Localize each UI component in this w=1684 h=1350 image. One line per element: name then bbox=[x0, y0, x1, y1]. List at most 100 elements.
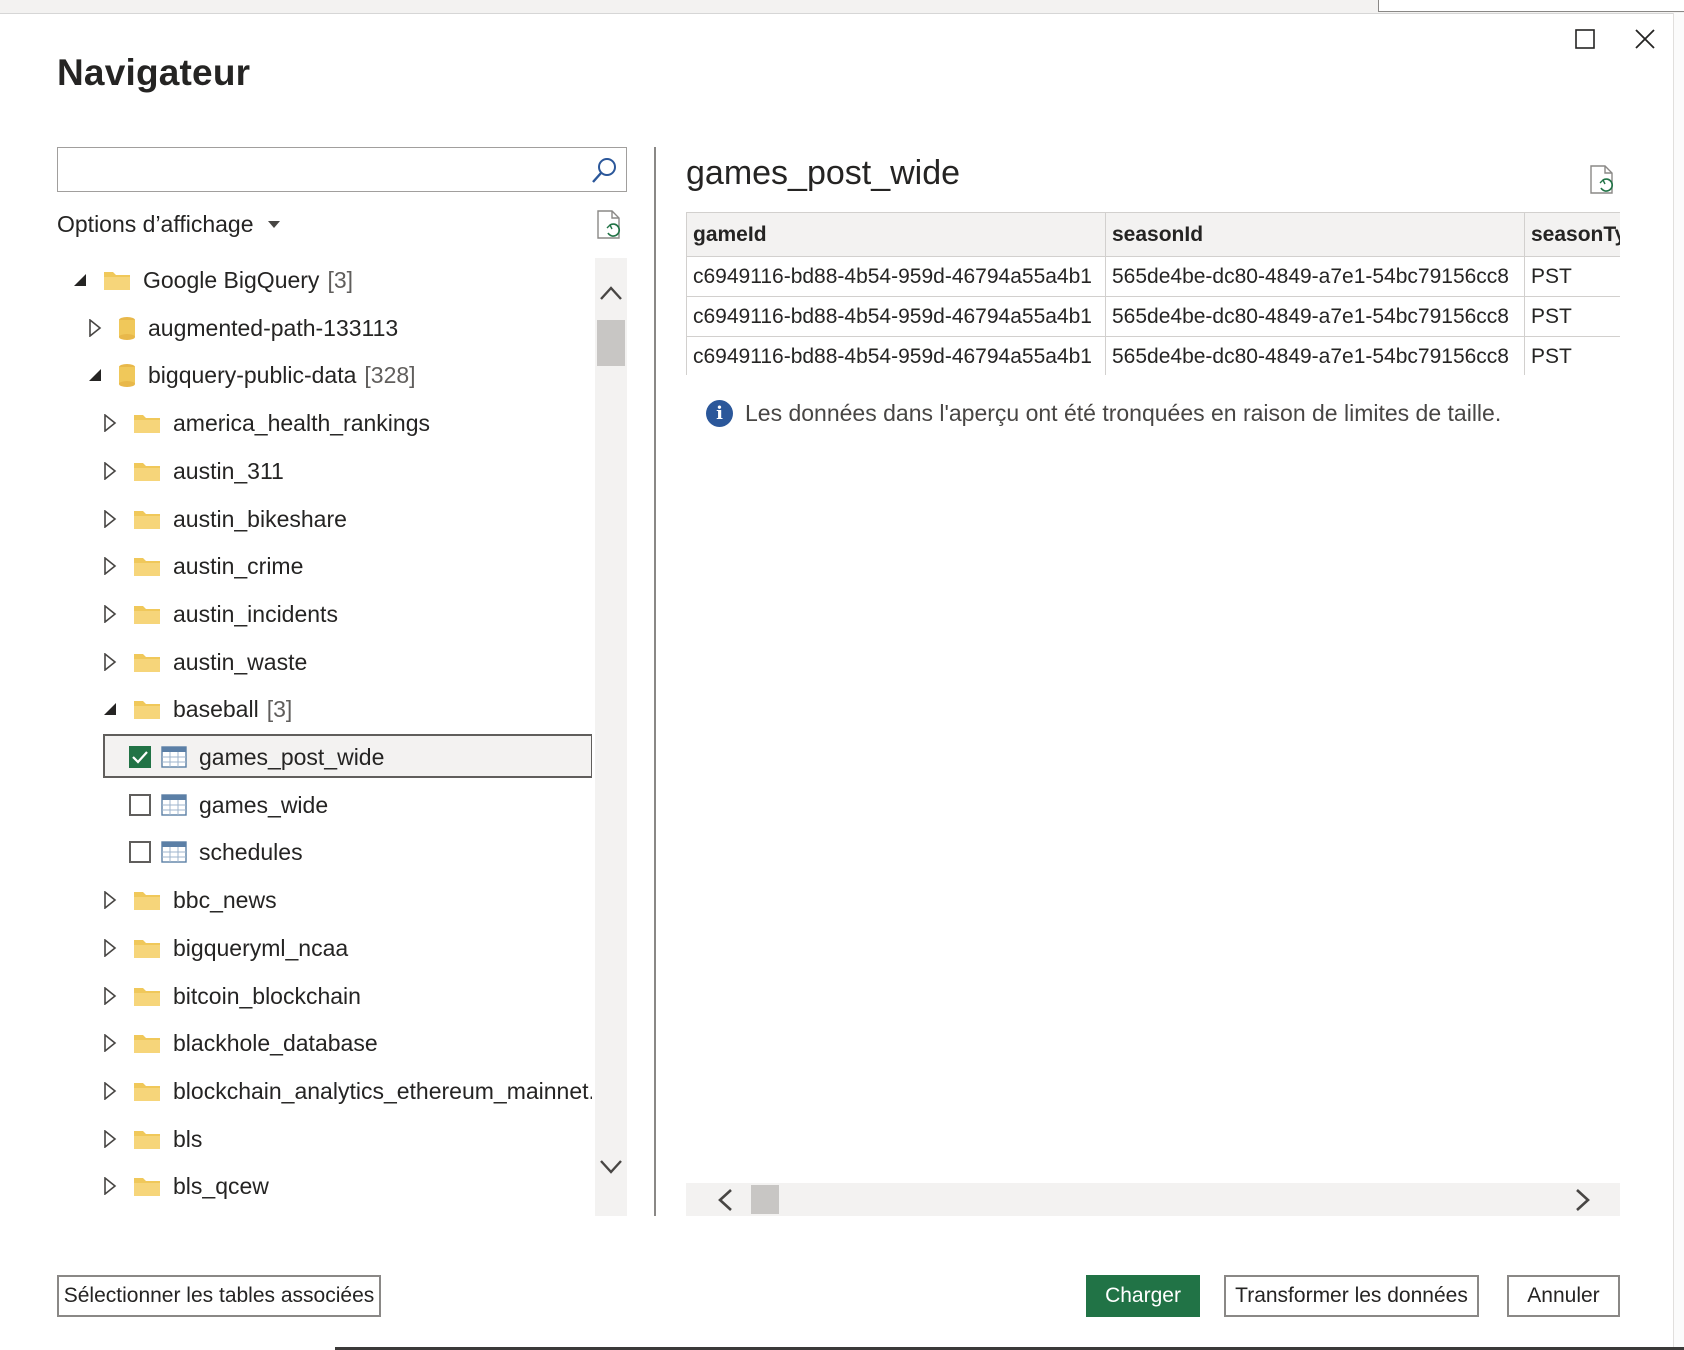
select-related-tables-button[interactable]: Sélectionner les tables associées bbox=[57, 1275, 381, 1317]
column-header[interactable]: gameId bbox=[686, 212, 1106, 257]
tree-item[interactable]: austin_incidents bbox=[57, 592, 592, 636]
tree-item[interactable]: bbc_news bbox=[57, 878, 592, 922]
preview-table: gameId seasonId seasonTy c6949116-bd88-4… bbox=[686, 212, 1620, 375]
expand-arrow-icon[interactable] bbox=[99, 1128, 121, 1150]
tree-item[interactable]: austin_311 bbox=[57, 449, 592, 493]
tree-item[interactable]: bigquery-public-data [328] bbox=[57, 353, 592, 397]
folder-icon bbox=[103, 269, 131, 291]
tree-item-label: bigquery-public-data bbox=[148, 361, 357, 388]
expand-arrow-icon[interactable] bbox=[99, 508, 121, 530]
tree-item-label: austin_bikeshare bbox=[173, 505, 347, 532]
background-window-edge bbox=[1673, 13, 1684, 1350]
tree-item[interactable]: games_wide bbox=[57, 783, 592, 827]
tree-item[interactable]: blackhole_database bbox=[57, 1021, 592, 1065]
scrollbar-thumb[interactable] bbox=[751, 1185, 779, 1214]
expand-arrow-icon[interactable] bbox=[99, 889, 121, 911]
tree-item-label: bbc_news bbox=[173, 886, 277, 913]
tree-item[interactable]: bls bbox=[57, 1117, 592, 1161]
tree-item[interactable]: austin_bikeshare bbox=[57, 497, 592, 541]
table-row: c6949116-bd88-4b54-959d-46794a55a4b1 565… bbox=[686, 336, 1620, 375]
column-header[interactable]: seasonTy bbox=[1524, 212, 1620, 257]
close-icon bbox=[1635, 29, 1655, 49]
expand-arrow-icon[interactable] bbox=[99, 937, 121, 959]
tree-item-label: blockchain_analytics_ethereum_mainnet... bbox=[173, 1077, 592, 1104]
folder-icon bbox=[133, 698, 161, 720]
expand-arrow-icon[interactable] bbox=[99, 460, 121, 482]
row-checkbox[interactable] bbox=[129, 841, 151, 863]
navigator-tree: Google BigQuery [3] augmented-path-133113 b… bbox=[57, 258, 592, 1216]
tree-item[interactable]: bigqueryml_ncaa bbox=[57, 926, 592, 970]
expand-arrow-icon[interactable] bbox=[99, 603, 121, 625]
tree-item[interactable]: austin_waste bbox=[57, 640, 592, 684]
database-icon bbox=[118, 316, 136, 340]
table-cell: 565de4be-dc80-4849-a7e1-54bc79156cc8 bbox=[1105, 256, 1525, 297]
transform-data-button[interactable]: Transformer les données bbox=[1224, 1275, 1479, 1317]
select-related-tables-label: Sélectionner les tables associées bbox=[63, 1284, 375, 1307]
tree-item[interactable]: america_health_rankings bbox=[57, 401, 592, 445]
row-checkbox[interactable] bbox=[129, 746, 151, 768]
tree-item[interactable]: blockchain_analytics_ethereum_mainnet... bbox=[57, 1069, 592, 1113]
collapse-arrow-icon[interactable] bbox=[99, 698, 121, 720]
folder-icon bbox=[133, 555, 161, 577]
tree-item-label: bigqueryml_ncaa bbox=[173, 934, 349, 961]
tree-item[interactable]: austin_crime bbox=[57, 544, 592, 588]
tree-scrollbar[interactable] bbox=[595, 258, 627, 1216]
expand-arrow-icon[interactable] bbox=[99, 555, 121, 577]
tree-item[interactable]: Google BigQuery [3] bbox=[57, 258, 592, 302]
expand-arrow-icon[interactable] bbox=[99, 1175, 121, 1197]
expand-arrow-icon[interactable] bbox=[84, 317, 106, 339]
maximize-button[interactable] bbox=[1565, 19, 1605, 59]
tree-item[interactable]: baseball [3] bbox=[57, 687, 592, 731]
table-cell: PST bbox=[1524, 336, 1620, 375]
table-icon bbox=[161, 841, 187, 863]
collapse-arrow-icon[interactable] bbox=[84, 364, 106, 386]
search-input[interactable] bbox=[66, 154, 570, 186]
refresh-preview-icon[interactable] bbox=[1588, 164, 1618, 196]
table-cell: PST bbox=[1524, 256, 1620, 297]
tree-item[interactable]: bitcoin_blockchain bbox=[57, 974, 592, 1018]
expand-arrow-icon[interactable] bbox=[99, 985, 121, 1007]
tree-item-label: bls_qcew bbox=[173, 1172, 269, 1199]
folder-icon bbox=[133, 508, 161, 530]
scroll-up-icon[interactable] bbox=[599, 284, 623, 302]
scroll-right-icon[interactable] bbox=[1572, 1188, 1592, 1212]
refresh-icon[interactable] bbox=[595, 209, 625, 241]
dialog-title: Navigateur bbox=[57, 52, 251, 93]
expand-arrow-icon[interactable] bbox=[99, 412, 121, 434]
tree-item[interactable]: bls_qcew bbox=[57, 1164, 592, 1208]
folder-icon bbox=[133, 412, 161, 434]
table-row: c6949116-bd88-4b54-959d-46794a55a4b1 565… bbox=[686, 256, 1620, 297]
table-cell: 565de4be-dc80-4849-a7e1-54bc79156cc8 bbox=[1105, 336, 1525, 375]
preview-horizontal-scrollbar[interactable] bbox=[686, 1183, 1620, 1216]
scroll-down-icon[interactable] bbox=[599, 1158, 623, 1176]
info-icon: i bbox=[706, 400, 733, 427]
expand-arrow-icon[interactable] bbox=[99, 651, 121, 673]
tree-item-count: [3] bbox=[327, 266, 354, 293]
folder-icon bbox=[133, 460, 161, 482]
table-icon bbox=[161, 794, 187, 816]
column-header[interactable]: seasonId bbox=[1105, 212, 1525, 257]
tree-item[interactable]: augmented-path-133113 bbox=[57, 306, 592, 350]
folder-icon bbox=[133, 985, 161, 1007]
search-icon[interactable] bbox=[590, 156, 618, 184]
folder-icon bbox=[133, 603, 161, 625]
expand-arrow-icon[interactable] bbox=[99, 1080, 121, 1102]
cancel-button[interactable]: Annuler bbox=[1507, 1275, 1620, 1317]
scrollbar-thumb[interactable] bbox=[597, 320, 625, 366]
search-box[interactable] bbox=[57, 147, 627, 192]
tree-item[interactable]: schedules bbox=[57, 830, 592, 874]
tree-item-label: bitcoin_blockchain bbox=[173, 982, 361, 1009]
load-button[interactable]: Charger bbox=[1086, 1275, 1200, 1317]
tree-item[interactable]: games_post_wide bbox=[57, 734, 592, 779]
row-checkbox[interactable] bbox=[129, 794, 151, 816]
table-cell: PST bbox=[1524, 296, 1620, 337]
display-options-dropdown[interactable]: Options d’affichage bbox=[57, 211, 280, 238]
close-button[interactable] bbox=[1625, 19, 1665, 59]
background-window-button bbox=[1378, 0, 1684, 12]
tree-item-label: bls bbox=[173, 1125, 203, 1152]
folder-icon bbox=[133, 1032, 161, 1054]
tree-item-count: [3] bbox=[266, 695, 293, 722]
scroll-left-icon[interactable] bbox=[716, 1188, 736, 1212]
expand-arrow-icon[interactable] bbox=[99, 1032, 121, 1054]
collapse-arrow-icon[interactable] bbox=[69, 269, 91, 291]
